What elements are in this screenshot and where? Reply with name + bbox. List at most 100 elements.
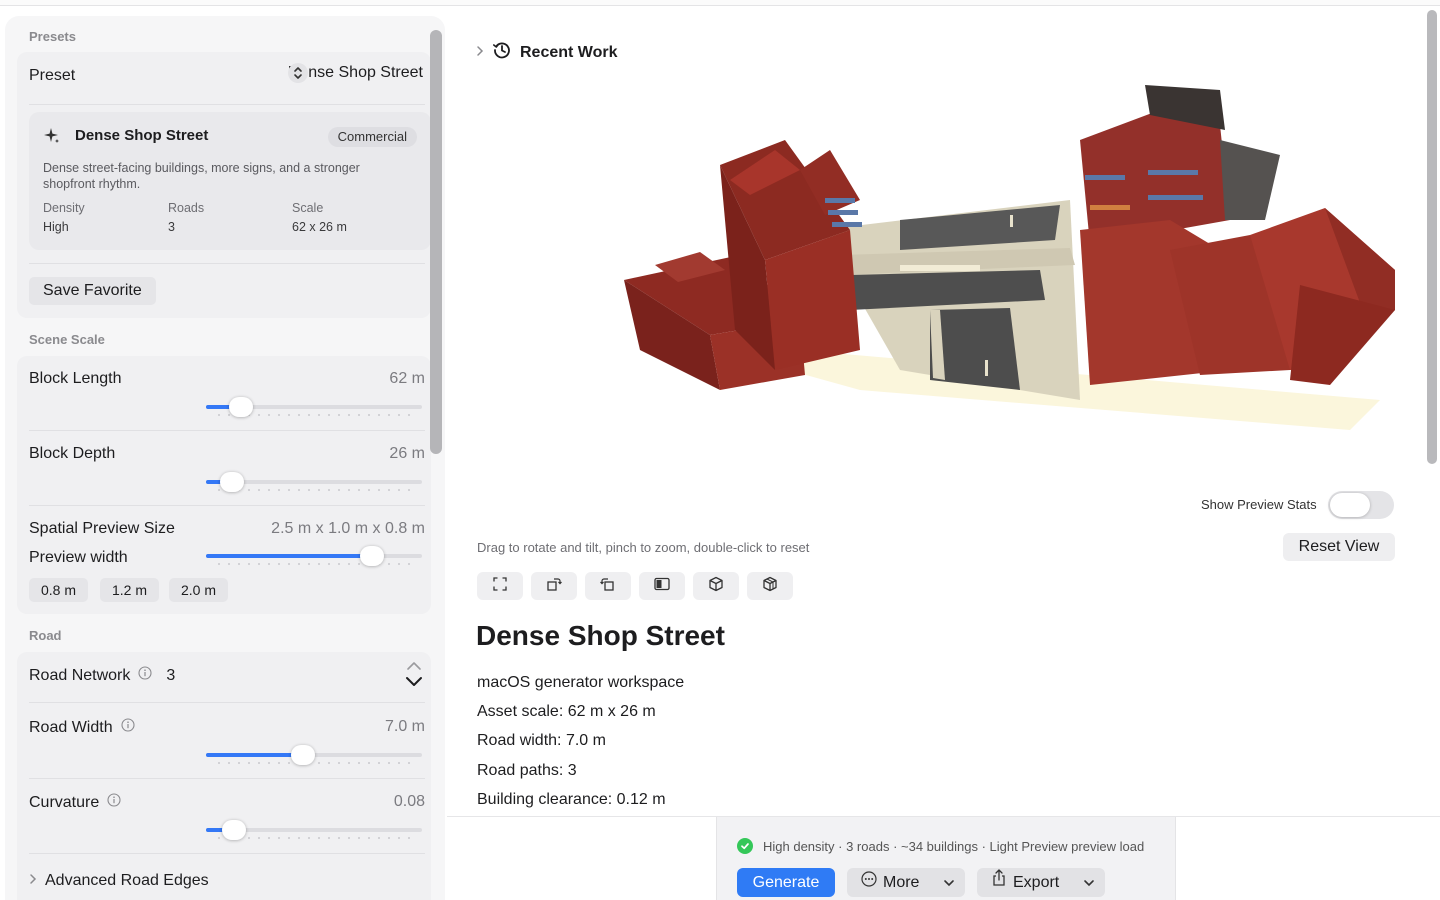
- recent-work-disclosure[interactable]: Recent Work: [476, 40, 618, 65]
- window: [825, 198, 855, 203]
- preview-width-chip-2-0[interactable]: 2.0 m: [169, 578, 229, 602]
- rotate-left-icon: [546, 576, 562, 597]
- curvature-slider[interactable]: [206, 820, 422, 840]
- side-view-button[interactable]: [639, 572, 685, 600]
- sparkle-icon: [43, 127, 61, 150]
- divider: [29, 778, 425, 779]
- checkmark-icon: [737, 838, 753, 854]
- stat-roads-label: Roads: [168, 201, 205, 215]
- preset-card-title: Dense Shop Street: [75, 127, 209, 144]
- road-network-stepper[interactable]: [403, 658, 425, 690]
- divider: [29, 702, 425, 703]
- detail-line: Road width: 7.0 m: [477, 732, 606, 749]
- wireframe-view-button[interactable]: [747, 572, 793, 600]
- scrollbar-thumb[interactable]: [1427, 10, 1437, 464]
- block-length-slider[interactable]: [206, 397, 422, 417]
- curvature-value: 0.08: [393, 793, 425, 810]
- detail-line: Building clearance: 0.12 m: [477, 791, 666, 808]
- share-icon: [991, 868, 1007, 897]
- show-preview-stats-label: Show Preview Stats: [1201, 497, 1317, 512]
- reset-view-button[interactable]: Reset View: [1283, 533, 1395, 561]
- updown-chevron-icon: [287, 63, 308, 83]
- window: [1148, 170, 1198, 175]
- preset-select-value: Dense Shop Street: [287, 64, 423, 81]
- chevron-right-icon: [29, 872, 37, 890]
- divider: [29, 263, 425, 264]
- preset-description: Dense street-facing buildings, more sign…: [43, 161, 360, 191]
- preview-width-chip-0-8[interactable]: 0.8 m: [29, 578, 89, 602]
- scene-scale-card: Block Length 62 m Block Depth 26 m Spati…: [17, 356, 431, 614]
- export-menu-button[interactable]: Export: [977, 868, 1105, 897]
- presets-card: Preset Dense Shop Street Dense Shop Stre…: [17, 52, 431, 318]
- block-depth-slider[interactable]: [206, 472, 422, 492]
- rotate-left-button[interactable]: [531, 572, 577, 600]
- advanced-road-edges-label: Advanced Road Edges: [45, 872, 209, 889]
- slider-knob[interactable]: [222, 820, 247, 840]
- status-text: High density · 3 roads · ~34 buildings ·…: [763, 838, 1145, 854]
- spatial-preview-label: Spatial Preview Size: [29, 520, 175, 537]
- section-title-presets: Presets: [29, 29, 76, 44]
- preset-select[interactable]: Dense Shop Street: [287, 63, 423, 83]
- save-favorite-button[interactable]: Save Favorite: [29, 277, 156, 305]
- road-width-slider[interactable]: [206, 745, 422, 765]
- shop-sign: [1090, 205, 1130, 210]
- scene-title: Dense Shop Street: [476, 620, 725, 651]
- 3d-scene-preview[interactable]: [600, 70, 1420, 470]
- show-preview-stats-toggle[interactable]: [1328, 491, 1394, 519]
- preview-width-chip-1-2[interactable]: 1.2 m: [100, 578, 160, 602]
- info-icon[interactable]: [138, 666, 152, 685]
- generate-button[interactable]: Generate: [737, 868, 835, 897]
- recent-work-label: Recent Work: [520, 43, 618, 61]
- block-length-value: 62 m: [389, 370, 425, 387]
- sidebar: Presets Preset Dense Shop Street Dense S…: [5, 16, 445, 900]
- stat-density-value: High: [43, 220, 69, 234]
- ellipsis-circle-icon: [861, 868, 877, 897]
- road-marking: [1010, 215, 1013, 227]
- roof: [1220, 140, 1280, 220]
- stat-roads-value: 3: [168, 220, 175, 234]
- slider-knob[interactable]: [228, 397, 253, 417]
- road-width-value: 7.0 m: [384, 718, 425, 735]
- detail-line: Asset scale: 62 m x 26 m: [477, 703, 656, 720]
- preset-detail-card: Dense Shop Street Commercial Dense stree…: [29, 112, 431, 250]
- wireframe-cube-icon: [762, 576, 778, 597]
- more-menu-button[interactable]: More: [847, 868, 965, 897]
- preview-hint: Drag to rotate and tilt, pinch to zoom, …: [477, 540, 810, 555]
- divider: [29, 104, 425, 105]
- chevron-down-icon: [943, 868, 955, 897]
- side-view-icon: [654, 577, 670, 596]
- rotate-right-button[interactable]: [585, 572, 631, 600]
- info-icon[interactable]: [121, 718, 135, 737]
- sidebar-scrollbar[interactable]: [429, 30, 443, 900]
- fit-view-button[interactable]: [477, 572, 523, 600]
- solid-view-button[interactable]: [693, 572, 739, 600]
- chevron-down-icon: [1083, 868, 1095, 897]
- window: [828, 210, 858, 215]
- preview-width-slider[interactable]: [206, 546, 422, 566]
- road-width-row: Road Width: [29, 718, 135, 737]
- window: [832, 222, 862, 227]
- main-scrollbar[interactable]: [1427, 10, 1439, 464]
- detail-line: macOS generator workspace: [477, 674, 685, 691]
- scrollbar-thumb[interactable]: [430, 30, 442, 454]
- curvature-label: Curvature: [29, 793, 100, 811]
- block-depth-value: 26 m: [389, 445, 425, 462]
- spatial-preview-value: 2.5 m x 1.0 m x 0.8 m: [271, 520, 425, 537]
- road-card: Road Network 3 Road Width 7.0 m Curvatur…: [17, 652, 431, 900]
- road-marking: [985, 360, 988, 376]
- slider-knob[interactable]: [219, 472, 244, 492]
- view-toolbar: [477, 572, 793, 600]
- status-line: High density · 3 roads · ~34 buildings ·…: [737, 838, 1144, 854]
- preset-label: Preset: [29, 67, 76, 84]
- divider: [29, 505, 425, 506]
- history-icon: [492, 40, 512, 65]
- slider-ticks: [214, 563, 414, 565]
- export-label: Export: [1013, 874, 1060, 891]
- block-length-label: Block Length: [29, 370, 122, 387]
- slider-knob[interactable]: [360, 546, 385, 566]
- more-label: More: [883, 874, 920, 891]
- preset-category-badge: Commercial: [327, 127, 417, 147]
- slider-knob[interactable]: [291, 745, 316, 765]
- info-icon[interactable]: [107, 793, 121, 812]
- advanced-road-edges-disclosure[interactable]: Advanced Road Edges: [29, 872, 209, 890]
